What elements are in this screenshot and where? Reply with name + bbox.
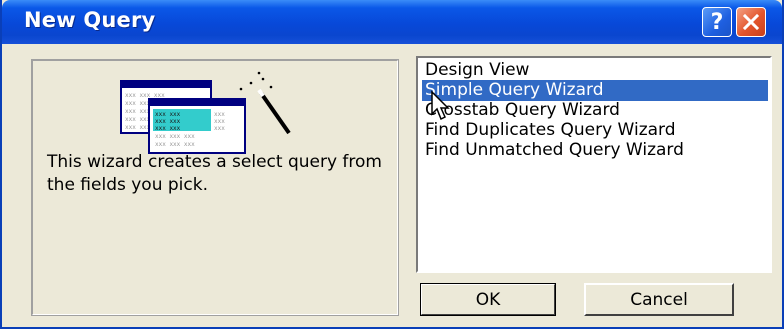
list-item-crosstab-query-wizard[interactable]: Crosstab Query Wizard (422, 100, 768, 121)
cancel-button[interactable]: Cancel (584, 283, 734, 316)
mouse-cursor-icon (431, 90, 450, 121)
list-item-design-view[interactable]: Design View (422, 60, 768, 81)
list-item-simple-query-wizard[interactable]: Simple Query Wizard (422, 80, 768, 101)
svg-text:xxx xxx xxx: xxx xxx xxx (125, 92, 165, 99)
list-item-find-unmatched-query-wizard[interactable]: Find Unmatched Query Wizard (422, 140, 768, 161)
wizard-description-text: This wizard creates a select query from … (47, 152, 382, 195)
help-button[interactable]: ? (702, 7, 732, 37)
title-bar[interactable]: New Query ? (2, 0, 782, 44)
svg-text:xxx xxx xxx: xxx xxx xxx (155, 141, 195, 148)
svg-text:xxx xxx: xxx xxx (155, 111, 181, 118)
svg-text:xxx: xxx (214, 125, 225, 132)
svg-text:xxx xxx xxx: xxx xxx xxx (155, 133, 195, 140)
svg-text:xxx xxx: xxx xxx (155, 125, 181, 132)
svg-text:xxx: xxx (214, 118, 225, 125)
svg-text:xxx: xxx (214, 111, 225, 118)
svg-text:xxx xxx: xxx xxx (155, 118, 181, 125)
ok-button[interactable]: OK (420, 283, 556, 316)
wizard-description-panel: xxx xxx xxx xxx xxx xxx xxx xxx xxx xxx … (31, 59, 399, 316)
query-type-list[interactable]: Design View Simple Query Wizard Crosstab… (416, 56, 772, 273)
list-item-find-duplicates-query-wizard[interactable]: Find Duplicates Query Wizard (422, 120, 768, 141)
query-wizard-icon: xxx xxx xxx xxx xxx xxx xxx xxx xxx xxx … (120, 71, 291, 154)
close-button[interactable] (736, 7, 766, 37)
dialog-title: New Query (24, 8, 156, 32)
close-icon (742, 13, 760, 31)
help-icon: ? (710, 9, 724, 35)
new-query-dialog: New Query ? xxx xxx xxx xxx xxx xxx xxx … (0, 0, 784, 329)
